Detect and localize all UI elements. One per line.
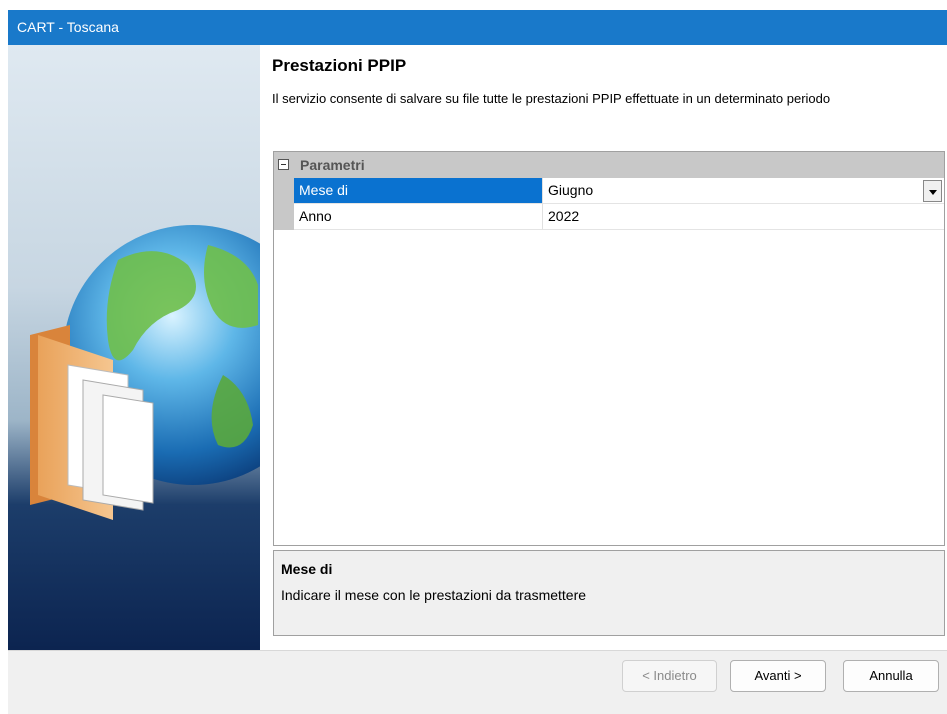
property-row-anno[interactable]: Anno 2022	[274, 204, 944, 230]
help-title: Mese di	[281, 561, 333, 577]
cancel-button[interactable]: Annulla	[843, 660, 939, 692]
category-parametri[interactable]: Parametri	[274, 152, 944, 178]
page-title: Prestazioni PPIP	[272, 56, 407, 75]
property-row-mese[interactable]: Mese di Giugno	[274, 178, 944, 204]
property-value-mese[interactable]: Giugno	[542, 178, 944, 204]
property-value-anno[interactable]: 2022	[542, 204, 944, 230]
next-button[interactable]: Avanti >	[730, 660, 826, 692]
row-margin	[274, 178, 294, 204]
help-text: Indicare il mese con le prestazioni da t…	[281, 587, 587, 603]
window-titlebar: CART - Toscana	[0, 0, 947, 45]
titlebar-bar: CART - Toscana	[8, 10, 947, 45]
property-name-mese[interactable]: Mese di	[294, 178, 542, 204]
property-grid[interactable]: Parametri Mese di Giugno Anno 2022	[273, 151, 945, 546]
dropdown-arrow-icon[interactable]	[923, 180, 942, 202]
back-button[interactable]: < Indietro	[622, 660, 717, 692]
collapse-icon[interactable]	[278, 159, 289, 170]
wizard-side-image	[8, 45, 260, 650]
mese-value: Giugno	[548, 182, 594, 198]
help-panel: Mese di Indicare il mese con le prestazi…	[273, 550, 945, 636]
globe-folder-illustration	[30, 225, 260, 520]
window-title: CART - Toscana	[17, 19, 119, 35]
property-name-anno[interactable]: Anno	[294, 204, 542, 230]
category-label: Parametri	[300, 157, 365, 173]
page-description: Il servizio consente di salvare su file …	[272, 91, 831, 106]
row-margin	[274, 204, 294, 230]
